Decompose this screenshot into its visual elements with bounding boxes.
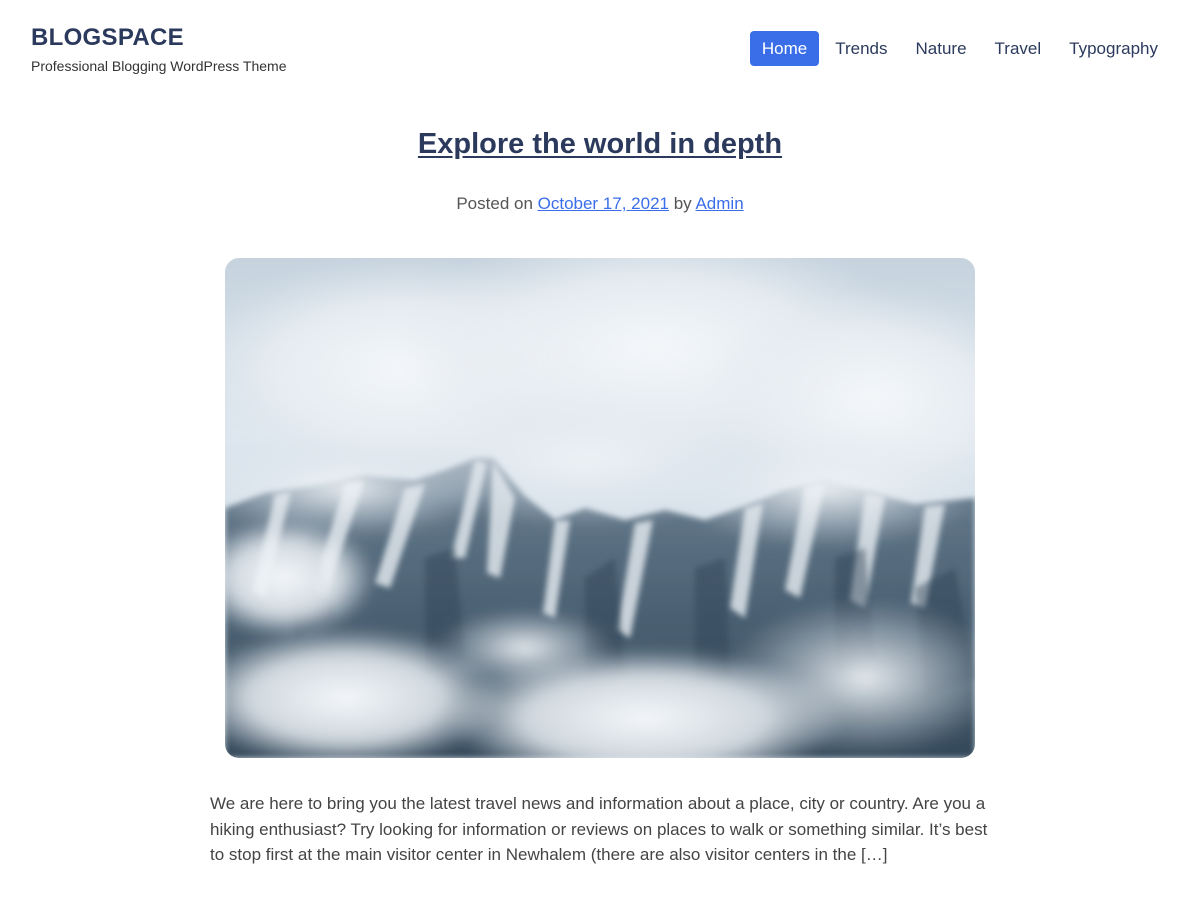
featured-image[interactable] bbox=[225, 258, 975, 758]
nav-item-nature[interactable]: Nature bbox=[904, 31, 979, 66]
post-title: Explore the world in depth bbox=[0, 128, 1200, 161]
post-author-link[interactable]: Admin bbox=[695, 194, 743, 213]
site-tagline: Professional Blogging WordPress Theme bbox=[31, 58, 287, 74]
post-date-link[interactable]: October 17, 2021 bbox=[538, 194, 669, 213]
post-meta: Posted on October 17, 2021 by Admin bbox=[0, 194, 1200, 214]
nav-item-home[interactable]: Home bbox=[749, 31, 820, 66]
mountain-image bbox=[225, 258, 975, 758]
post-title-link[interactable]: Explore the world in depth bbox=[418, 128, 782, 160]
nav-item-trends[interactable]: Trends bbox=[823, 31, 899, 66]
post-excerpt: We are here to bring you the latest trav… bbox=[210, 794, 988, 864]
site-header: BLOGSPACE Professional Blogging WordPres… bbox=[0, 0, 1200, 100]
nav-item-travel[interactable]: Travel bbox=[983, 31, 1054, 66]
main-nav: Home Trends Nature Travel Typography bbox=[746, 31, 1170, 66]
posted-on-label: Posted on bbox=[456, 194, 538, 213]
by-label: by bbox=[669, 194, 696, 213]
nav-item-typography[interactable]: Typography bbox=[1057, 31, 1170, 66]
site-title[interactable]: BLOGSPACE bbox=[31, 24, 184, 52]
